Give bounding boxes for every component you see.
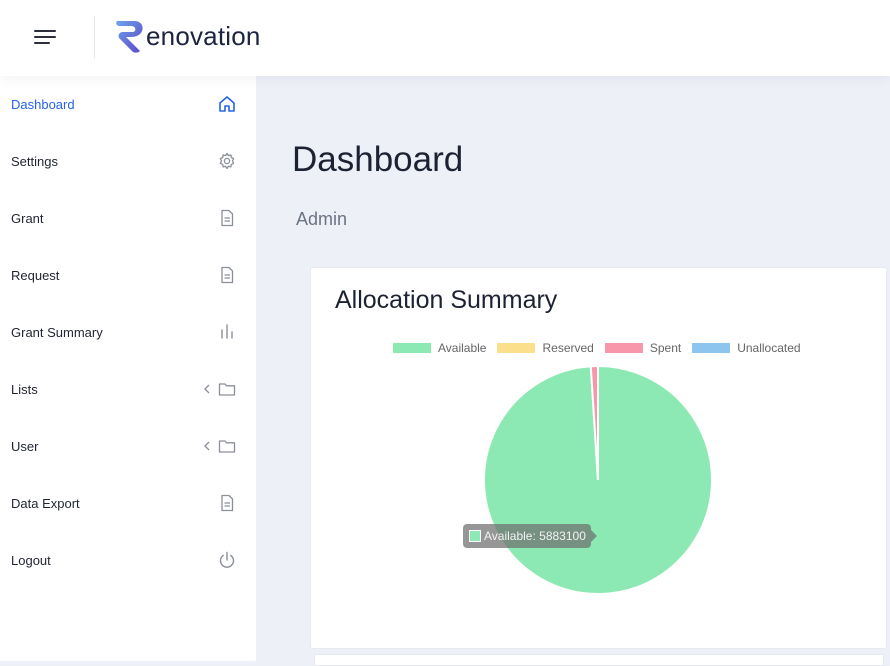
sidebar-item-label: Settings	[11, 153, 58, 169]
gear-icon	[219, 152, 235, 170]
sidebar-item-user[interactable]: User	[0, 424, 256, 468]
sidebar-item-request[interactable]: Request	[0, 253, 256, 297]
sidebar-item-label: Grant Summary	[11, 324, 103, 340]
allocation-pie-chart[interactable]	[311, 268, 886, 648]
brand-name: enovation	[146, 20, 261, 51]
document-icon	[221, 494, 234, 512]
app-logo[interactable]: enovation	[114, 16, 261, 56]
tooltip-text: Available: 5883100	[484, 529, 586, 543]
bar-chart-icon	[221, 324, 233, 339]
sidebar-item-label: Logout	[11, 552, 51, 568]
sidebar-item-label: Data Export	[11, 495, 80, 511]
secondary-card	[314, 654, 884, 666]
folder-icon	[218, 383, 236, 396]
document-icon	[221, 266, 234, 284]
sidebar-item-label: User	[11, 438, 39, 454]
sidebar-item-data-export[interactable]: Data Export	[0, 481, 256, 525]
tooltip-swatch	[469, 530, 481, 542]
sidebar-item-grant[interactable]: Grant	[0, 196, 256, 240]
top-bar: enovation	[0, 0, 890, 76]
chart-tooltip: Available: 5883100	[463, 524, 597, 548]
sidebar-item-lists[interactable]: Lists	[0, 367, 256, 411]
page-title: Dashboard	[292, 140, 464, 179]
document-icon	[221, 209, 234, 227]
power-icon	[219, 551, 235, 568]
sidebar-item-grant-summary[interactable]: Grant Summary	[0, 310, 256, 354]
menu-toggle-icon[interactable]	[34, 27, 60, 47]
sidebar: Dashboard Settings Grant Request Grant S…	[0, 76, 256, 661]
sidebar-item-settings[interactable]: Settings	[0, 139, 256, 183]
sidebar-item-label: Grant	[11, 210, 44, 226]
folder-icon	[218, 440, 236, 453]
sidebar-item-label: Dashboard	[11, 96, 75, 112]
chevron-left-icon	[204, 441, 210, 451]
topbar-divider	[94, 16, 95, 58]
sidebar-item-logout[interactable]: Logout	[0, 538, 256, 582]
page-subtitle: Admin	[296, 209, 348, 229]
logo-r-mark	[116, 21, 143, 53]
sidebar-item-label: Request	[11, 267, 60, 283]
sidebar-item-dashboard[interactable]: Dashboard	[0, 82, 256, 126]
sidebar-item-label: Lists	[11, 381, 38, 397]
home-icon	[219, 96, 235, 112]
allocation-summary-card: Allocation Summary Available Reserved Sp…	[310, 267, 887, 649]
chevron-left-icon	[204, 384, 210, 394]
